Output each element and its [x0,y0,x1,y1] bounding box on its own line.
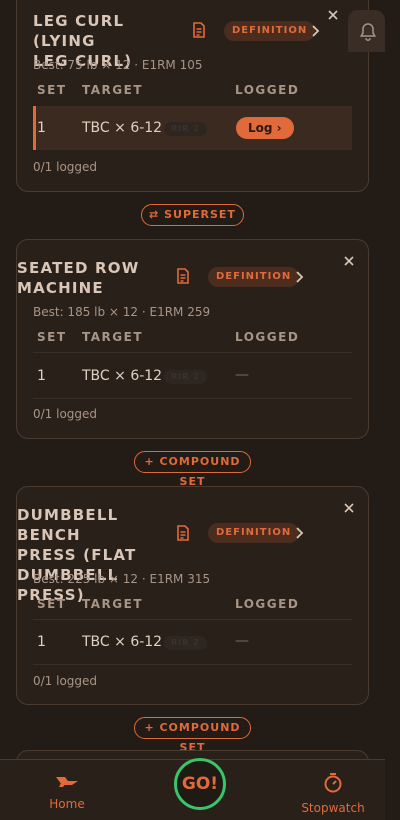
definition-chip[interactable]: DEFINITION [224,21,316,41]
exercise-card: SEATED ROW MACHINE DEFINITION Best: 185 … [16,239,369,439]
document-icon[interactable] [174,524,192,542]
set-row[interactable]: 1 TBC × 6-12 RIR 2 — [33,354,352,398]
logged-value: — [235,633,249,649]
exercise-title: DUMBBELL BENCH PRESS (FLAT DUMBBELL PRES… [17,505,167,605]
best-stat: Best: 75 lb × 12 · E1RM 105 [33,58,203,72]
log-button[interactable]: Log › [236,117,294,139]
col-logged: LOGGED [235,330,300,344]
document-icon[interactable] [174,267,192,285]
rir-badge: RIR 2 [164,370,207,384]
close-icon[interactable] [342,501,356,515]
compound-set-button[interactable]: + COMPOUND SET [134,451,251,488]
set-number: 1 [37,634,46,650]
nav-home[interactable]: Home [27,772,107,811]
col-target: TARGET [82,330,144,344]
bottom-nav: Home GO! Stopwatch [0,758,385,820]
set-row[interactable]: 1 TBC × 6-12 RIR 2 — [33,620,352,664]
close-icon[interactable] [342,254,356,268]
compound-set-button[interactable]: + COMPOUND SET [134,717,251,754]
document-icon[interactable] [190,21,208,39]
chevron-right-icon[interactable] [292,270,306,284]
exercise-title-line: SEATED ROW [17,259,140,277]
divider [33,664,352,665]
exercise-title: SEATED ROW MACHINE [17,258,167,298]
bell-icon [359,23,377,41]
col-target: TARGET [82,83,144,97]
exercise-title-line: MACHINE [17,279,104,297]
exercise-header: LEG CURL (LYING LEG CURL) DEFINITION [33,0,352,70]
chevron-right-icon[interactable] [308,24,322,38]
exercise-card: DUMBBELL BENCH PRESS (FLAT DUMBBELL PRES… [16,486,369,705]
col-target: TARGET [82,597,144,611]
home-icon [56,777,78,787]
go-button[interactable]: GO! [174,758,226,810]
exercise-title-line: DUMBBELL BENCH [17,506,119,544]
exercise-title-line: LEG CURL (LYING [33,12,125,50]
best-stat: Best: 185 lb × 12 · E1RM 259 [33,305,211,319]
definition-chip[interactable]: DEFINITION [208,523,300,543]
logged-count: 0/1 logged [33,160,98,174]
best-stat: Best: 225 lb × 12 · E1RM 315 [33,572,211,586]
workout-screen: LEG CURL (LYING LEG CURL) DEFINITION Bes… [0,0,400,820]
logged-value: — [235,367,249,383]
col-set: SET [37,83,67,97]
set-target: TBC × 6-12 [82,120,163,136]
exercise-card: LEG CURL (LYING LEG CURL) DEFINITION Bes… [16,0,369,192]
nav-stopwatch-label: Stopwatch [301,801,365,815]
sets-table-header: SET TARGET LOGGED [33,80,352,106]
exercise-title-line: PRESS (FLAT [17,546,137,564]
col-set: SET [37,597,67,611]
stopwatch-icon [324,773,342,793]
set-number: 1 [37,120,46,136]
superset-button[interactable]: ⇄ SUPERSET [141,204,244,226]
col-set: SET [37,330,67,344]
logged-count: 0/1 logged [33,674,98,688]
set-number: 1 [37,368,46,384]
rir-badge: RIR 2 [164,636,207,650]
notification-button[interactable] [348,10,385,52]
chevron-right-icon[interactable] [292,526,306,540]
sets-table-header: SET TARGET LOGGED [33,594,352,620]
nav-home-label: Home [49,797,85,811]
nav-stopwatch[interactable]: Stopwatch [293,772,373,815]
set-row[interactable]: 1 TBC × 6-12 RIR 2 Log › [33,106,352,150]
close-icon[interactable] [326,8,340,22]
set-target: TBC × 6-12 [82,634,163,650]
rir-badge: RIR 2 [164,122,207,136]
col-logged: LOGGED [235,83,300,97]
set-target: TBC × 6-12 [82,368,163,384]
definition-chip[interactable]: DEFINITION [208,267,300,287]
logged-count: 0/1 logged [33,407,98,421]
col-logged: LOGGED [235,597,300,611]
divider [33,398,352,399]
sets-table-header: SET TARGET LOGGED [33,327,352,353]
